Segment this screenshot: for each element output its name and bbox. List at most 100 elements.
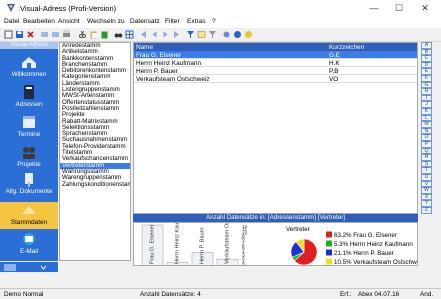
alphabet-button[interactable]: O [421,134,432,141]
binoculars-icon[interactable] [114,30,123,39]
alphabet-button[interactable]: I [421,94,432,102]
nav-item-email[interactable]: E-Mail [0,231,58,255]
menu-wechseln-zu[interactable]: Wechseln zu [87,18,125,25]
stats-panel: Frau G. Elsener Herrn Heinz Kaufmann Herrn… [133,222,418,266]
grid-icon[interactable] [125,30,134,39]
filter-icon[interactable] [186,30,195,39]
alphabet-button[interactable]: H [421,88,432,95]
menu-datensatz[interactable]: Datensatz [130,18,160,25]
column-header-name[interactable]: Name [136,44,153,51]
table-row[interactable]: Herrn Heinz Kaufmann H.K [134,59,417,67]
alphabet-button[interactable]: Q [421,147,432,155]
address-book-icon [24,85,34,99]
bar-label: Herrn Heinz Kaufmann [175,223,181,264]
window-title: Visual-Adress (Profi-Version) [20,4,117,13]
last-record-icon[interactable] [172,30,181,39]
legend-label: 10.5% Verkaufsteam Ostschwei [334,259,418,266]
nav-item-adressen[interactable]: Adressen [0,84,58,110]
alphabet-button[interactable]: U [421,174,432,181]
menu-extras[interactable]: Extras [187,18,206,25]
alphabet-button[interactable]: J [421,101,432,108]
copy-icon[interactable] [51,30,60,39]
nav-shortcut-icon[interactable] [4,264,16,271]
alphabet-button[interactable]: Z [421,207,432,214]
cut-icon[interactable] [78,30,87,39]
alphabet-button[interactable]: N [421,127,432,135]
alphabet-button[interactable]: E [421,68,432,75]
menu-filter[interactable]: Filter [165,18,180,25]
alphabet-button[interactable]: G [421,81,432,89]
cell-kurzzeichen: VO [329,75,339,83]
alphabet-button[interactable]: X [421,193,432,201]
nav-label-dokumente: Allg. Dokumente [5,188,53,195]
nav-item-willkommen[interactable]: Willkommen [0,54,58,80]
alphabet-button[interactable]: W [421,187,432,194]
records-table: Name Kurzzeichen Frau G. Elsener G.E Herrn… [133,42,418,214]
alphabet-button[interactable]: L [421,114,432,122]
delete-icon[interactable] [26,30,35,39]
first-record-icon[interactable] [139,30,148,39]
menu-bearbeiten[interactable]: Bearbeiten [23,18,55,25]
alphabet-button[interactable]: A [421,42,432,49]
previous-record-icon[interactable] [150,30,159,39]
filter-remove-icon[interactable] [208,30,217,39]
alphabet-button[interactable]: R [421,154,432,161]
undo-icon[interactable] [40,30,49,39]
status-created-value: Abex 04.07.16 [358,291,400,298]
menu-ansicht[interactable]: Ansicht [58,18,80,25]
alphabet-button[interactable]: F [421,75,432,82]
minimize-button[interactable]: — [360,1,388,16]
bar-label: Verkaufsteam Ostschweiz [225,223,231,264]
new-record-icon[interactable] [4,30,13,39]
table-row[interactable]: Frau G. Elsener G.E [134,51,417,59]
save-icon[interactable] [15,30,24,39]
master-data-icon [22,206,36,214]
nav-item-stammdaten[interactable]: Stammdaten [0,202,58,229]
legend-label: 21.1% Herrn P. Bauer [334,250,394,257]
cell-kurzzeichen: P.B [329,67,339,75]
bar-label: Herrn P. Bauer [200,227,206,264]
y-tick-label: 0 [242,262,245,266]
alphabet-button[interactable]: T [421,167,432,174]
info-icon[interactable] [244,30,253,39]
table-row[interactable]: Herrn P. Bauer P.B [134,67,417,75]
menu-bar: Datei Bearbeiten Ansicht Wechseln zu Dat… [0,17,441,28]
alphabet-button[interactable]: P [421,141,432,148]
title-bar: Visual-Adress (Profi-Version) — ☐ ✕ [0,0,441,17]
alphabet-button[interactable]: K [421,108,432,115]
nav-footer [0,262,58,272]
status-bar: Demo Normal Anzahl Datensätze: 4 Erf.: A… [0,288,441,299]
chevron-down-icon[interactable] [40,264,47,271]
alphabet-button[interactable]: Y [421,200,432,207]
cell-name: Frau G. Elsener [136,51,182,59]
nav-item-termine[interactable]: Termine [0,114,58,140]
legend-swatch [326,258,332,265]
help-icon[interactable] [233,30,242,39]
paste-icon[interactable] [89,30,98,39]
nav-item-dokumente[interactable]: Allg. Dokumente [0,172,58,200]
next-record-icon[interactable] [161,30,170,39]
clipboard-icon[interactable] [100,30,109,39]
alphabet-button[interactable]: S [421,160,432,168]
alphabet-button[interactable]: M [421,121,432,128]
alphabet-button[interactable]: C [421,55,432,62]
alphabet-button[interactable]: B [421,48,432,56]
alphabet-index: ABCDEFGHIJKLMNOPQRSTUVWXYZ [420,42,433,214]
menu-help[interactable]: ? [212,18,216,25]
table-row[interactable]: Verkaufsteam Ostschweiz VO [134,75,417,83]
filter-edit-icon[interactable] [197,30,206,39]
status-record-count: Anzahl Datensätze: 4 [140,291,201,298]
master-list-item[interactable]: Zahlungskonditionenstamm [60,181,130,188]
close-button[interactable]: ✕ [411,1,439,16]
menu-datei[interactable]: Datei [4,18,19,25]
nav-item-projekte[interactable]: Projekte [0,144,58,170]
print-icon[interactable] [62,30,71,39]
nav-label-email: E-Mail [19,248,39,255]
alphabet-button[interactable]: V [421,180,432,188]
options-icon[interactable] [222,30,231,39]
alphabet-button[interactable]: D [421,61,432,69]
legend-swatch [326,231,332,238]
maximize-button[interactable]: ☐ [385,1,413,16]
column-header-kurzzeichen[interactable]: Kurzzeichen [329,44,364,51]
nav-label-willkommen: Willkommen [11,71,47,78]
